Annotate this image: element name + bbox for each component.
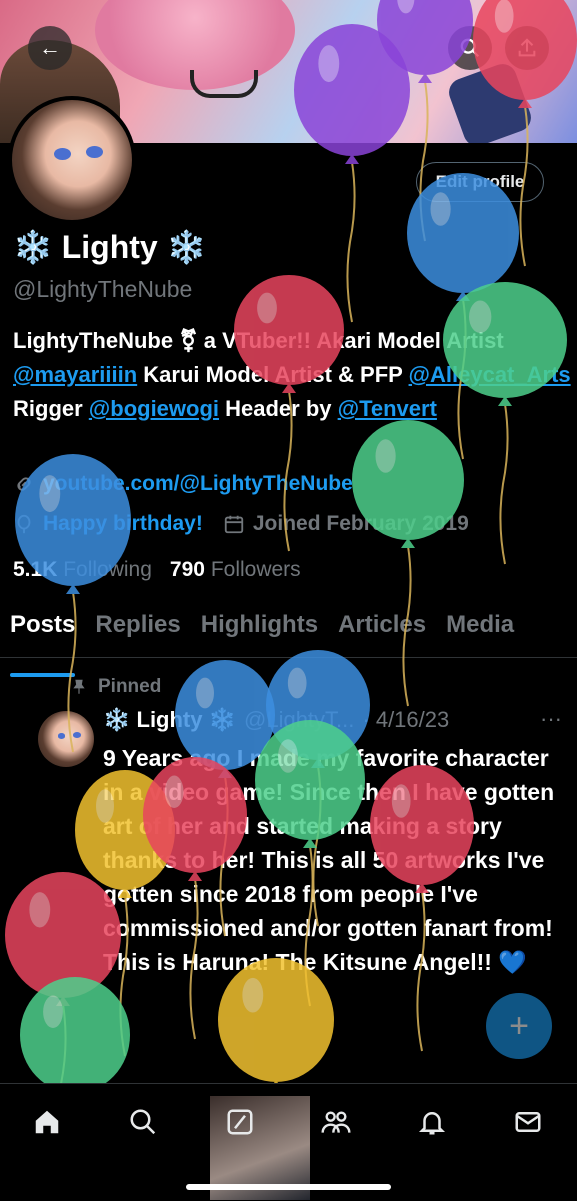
tweet-author-handle[interactable]: @LightyT... <box>244 707 354 733</box>
birthday-joined-row: Happy birthday! Joined February 2019 <box>13 512 469 536</box>
pinned-label: Pinned <box>70 676 161 698</box>
link-icon <box>17 477 31 491</box>
pin-icon <box>73 679 85 694</box>
website-link[interactable]: youtube.com/@LightyTheNube <box>43 472 353 496</box>
tweet-avatar[interactable] <box>38 711 94 767</box>
follow-stats: 5.1K Following 790 Followers <box>13 558 301 582</box>
grok-icon[interactable] <box>220 1102 260 1142</box>
share-icon <box>518 38 536 57</box>
compose-plus-icon: + <box>509 1006 529 1045</box>
compose-button[interactable]: + <box>486 993 552 1059</box>
edit-profile-button[interactable]: Edit profile <box>416 162 544 202</box>
share-button[interactable] <box>505 26 549 70</box>
messages-icon[interactable] <box>508 1102 548 1142</box>
profile-tabs: Posts Replies Highlights Articles Media <box>0 605 577 677</box>
followers-link[interactable]: 790 Followers <box>170 558 301 582</box>
balloon-icon <box>17 514 31 534</box>
tweet-date: · 4/16/23 <box>362 707 450 732</box>
bio-mention[interactable]: @Tenvert <box>338 396 437 421</box>
arrow-left-icon: ← <box>39 35 61 60</box>
more-options-icon[interactable]: ··· <box>540 706 562 732</box>
bio-mention[interactable]: @Alleycat_Arts <box>409 362 571 387</box>
tweet-header: ❄️ Lighty ❄️ @LightyT... · 4/16/23 <box>103 707 449 733</box>
tab-highlights[interactable]: Highlights <box>191 605 328 657</box>
back-button[interactable]: ← <box>28 26 72 70</box>
following-link[interactable]: 5.1K Following <box>13 558 152 582</box>
profile-bio: LightyTheNube ⚧ a VTuber!! Akari Model A… <box>13 324 573 426</box>
banner-art <box>445 60 535 143</box>
bio-mention[interactable]: @mayariiiin <box>13 362 137 387</box>
joined-date: Joined February 2019 <box>252 512 469 535</box>
followers-count: 790 <box>169 558 205 581</box>
tab-posts[interactable]: Posts <box>0 605 85 677</box>
tweet-author-name[interactable]: ❄️ Lighty ❄️ <box>103 707 236 733</box>
home-icon[interactable] <box>27 1102 67 1142</box>
banner-art <box>190 70 258 98</box>
bio-text: Karui Model Artist & PFP <box>137 362 409 387</box>
bio-text: Header by <box>219 396 338 421</box>
communities-icon[interactable] <box>316 1102 356 1142</box>
search-button[interactable] <box>448 26 492 70</box>
calendar-icon <box>224 515 244 534</box>
home-indicator[interactable] <box>186 1184 391 1190</box>
bio-mention[interactable]: @bogiewogi <box>89 396 219 421</box>
bio-text: Rigger <box>13 396 89 421</box>
bio-text: LightyTheNube ⚧ a VTuber!! Akari Model A… <box>13 328 504 353</box>
notifications-icon[interactable] <box>412 1102 452 1142</box>
tab-media[interactable]: Media <box>436 605 524 657</box>
profile-avatar[interactable] <box>8 96 136 224</box>
display-name: ❄️ Lighty ❄️ <box>13 229 207 265</box>
balloon <box>352 420 464 707</box>
tab-replies[interactable]: Replies <box>85 605 190 657</box>
search-icon <box>460 38 480 58</box>
username-handle: @LightyTheNube <box>13 276 193 302</box>
search-icon[interactable] <box>123 1102 163 1142</box>
tweet-text: 9 Years ago I made my favorite character… <box>103 745 555 975</box>
tab-articles[interactable]: Articles <box>328 605 436 657</box>
following-label: Following <box>63 558 152 581</box>
website-row: youtube.com/@LightyTheNube <box>13 472 353 496</box>
birthday-text: Happy birthday! <box>43 512 203 535</box>
followers-label: Followers <box>210 558 301 581</box>
pinned-text: Pinned <box>98 676 162 697</box>
following-count: 5.1K <box>13 558 58 581</box>
